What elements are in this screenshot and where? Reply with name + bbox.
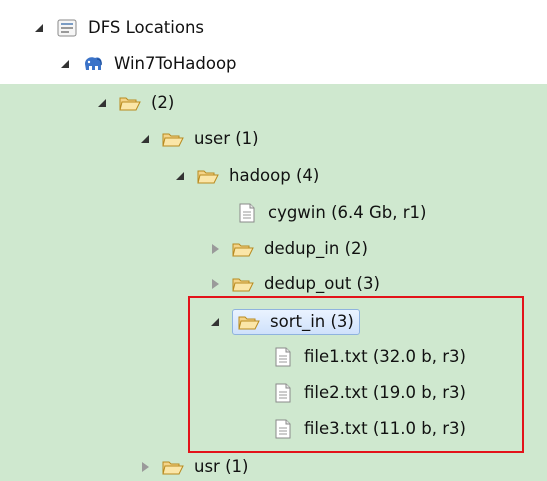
file-icon — [236, 203, 258, 223]
tree-item-usr[interactable]: usr (1) — [136, 453, 248, 481]
tree-item-root-folder[interactable]: (2) — [93, 89, 174, 117]
tree-item-label: hadoop (4) — [229, 166, 320, 185]
expand-toggle-icon[interactable] — [56, 55, 74, 73]
folder-open-icon — [162, 457, 184, 477]
tree-item-label: Win7ToHadoop — [114, 54, 237, 73]
tree-item-connection[interactable]: Win7ToHadoop — [56, 50, 237, 78]
tree-item-label: cygwin (6.4 Gb, r1) — [268, 203, 427, 222]
tree-item-label: dedup_in (2) — [264, 239, 368, 258]
collapse-toggle-icon[interactable] — [206, 275, 224, 293]
tree-item-label: user (1) — [194, 129, 259, 148]
tree-item-dedup-in[interactable]: dedup_in (2) — [206, 235, 368, 263]
tree-item-label: DFS Locations — [88, 18, 205, 37]
collapse-toggle-icon[interactable] — [136, 458, 154, 476]
expand-toggle-icon[interactable] — [171, 167, 189, 185]
tree-item-hadoop[interactable]: hadoop (4) — [171, 162, 319, 190]
expand-toggle-icon[interactable] — [136, 130, 154, 148]
collapse-toggle-icon[interactable] — [206, 240, 224, 258]
tree-item-dfs-locations[interactable]: DFS Locations — [30, 14, 204, 42]
expand-toggle-icon[interactable] — [93, 94, 111, 112]
folder-open-icon — [232, 239, 254, 259]
left-green-background — [0, 84, 90, 481]
expand-toggle-icon[interactable] — [30, 19, 48, 37]
tree-item-label: dedup_out (3) — [264, 274, 380, 293]
dfs-locations-icon — [56, 18, 78, 38]
tree-item-cygwin[interactable]: cygwin (6.4 Gb, r1) — [236, 199, 426, 227]
folder-open-icon — [197, 166, 219, 186]
tree-item-user[interactable]: user (1) — [136, 125, 259, 153]
folder-open-icon — [162, 129, 184, 149]
folder-open-icon — [232, 274, 254, 294]
folder-open-icon — [119, 93, 141, 113]
tree-item-dedup-out[interactable]: dedup_out (3) — [206, 270, 380, 298]
tree-item-label: usr (1) — [194, 457, 249, 476]
tree-item-label: (2) — [151, 93, 175, 112]
highlight-box — [188, 296, 524, 453]
elephant-icon — [82, 54, 104, 74]
